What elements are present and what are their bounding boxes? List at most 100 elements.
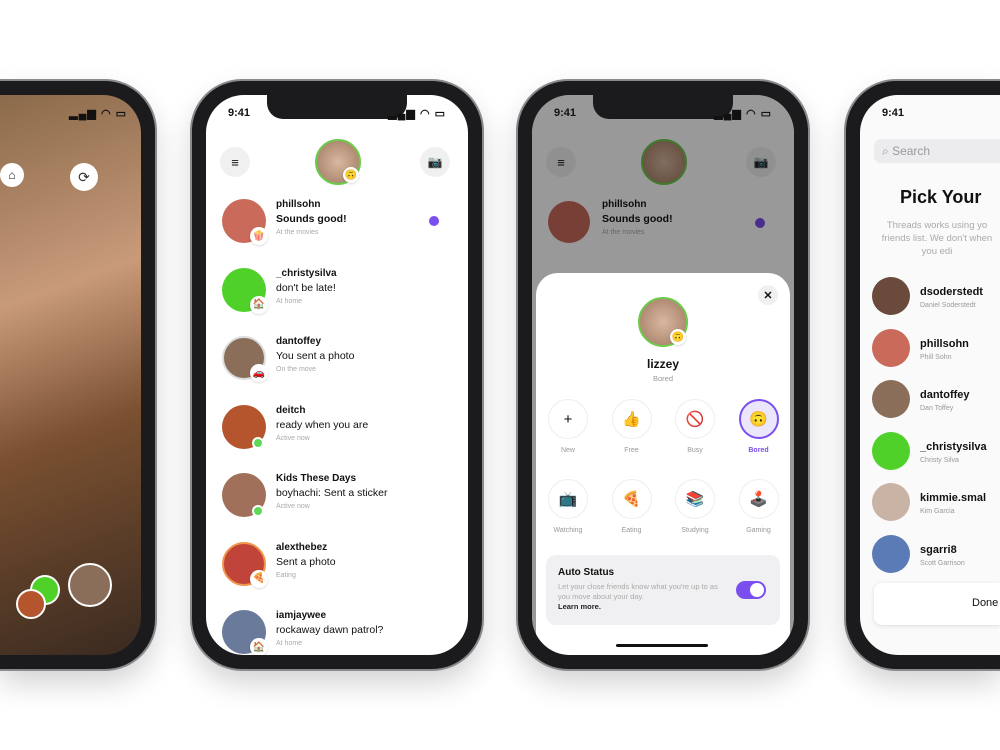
thread-name: alexthebez — [276, 541, 328, 553]
status-time: 9:41 — [554, 107, 577, 119]
thread-row[interactable]: 🍕 alexthebez Sent a photo Eating — [206, 534, 468, 602]
thread-row[interactable]: deitch ready when you are Active now — [206, 397, 468, 465]
friend-avatar — [872, 277, 910, 315]
studying-icon: 📚 — [675, 479, 715, 519]
thread-name: Kids These Days — [276, 473, 357, 484]
search-icon: ⌕ — [882, 144, 889, 158]
page-description: Threads works using yo friends list. We … — [881, 220, 993, 257]
friend-avatar[interactable] — [16, 589, 46, 619]
friend-name: Daniel Soderstedt — [920, 302, 976, 309]
thread-status: At the movies — [276, 229, 319, 236]
thread-message: don't be late! — [276, 281, 336, 294]
online-indicator — [252, 505, 264, 517]
done-button[interactable]: Done — [874, 583, 1000, 625]
status-option-new[interactable]: + New — [548, 399, 588, 454]
thread-message: Sounds good! — [276, 213, 347, 225]
friend-avatar[interactable] — [68, 563, 112, 607]
status-option-label: Busy — [687, 447, 703, 454]
friend-row[interactable]: sgarri8 Scott Garrison — [872, 533, 1000, 585]
auto-status-title: Auto Status — [558, 567, 615, 578]
status-emoji-badge: 🙃 — [670, 329, 686, 345]
thread-status: At home — [276, 640, 303, 647]
watching-icon: 📺 — [548, 479, 588, 519]
thread-row[interactable]: Kids These Days boyhachi: Sent a sticker… — [206, 465, 468, 533]
friend-username: sgarri8 — [920, 543, 957, 556]
thread-status: On the move — [276, 366, 317, 373]
thread-row[interactable]: 🚗 dantoffey You sent a photo On the move — [206, 328, 468, 396]
gaming-icon: 🕹️ — [738, 479, 779, 519]
thread-message: rockaway dawn patrol? — [276, 624, 384, 636]
thread-status: At home — [276, 297, 303, 305]
inbox-screen: 9:41 ▂▄▆ ◠ ▭ ≡ 🙃 📷 🍿 phillsohn Sounds goo… — [206, 95, 468, 655]
status-option-label: Studying — [681, 527, 709, 534]
status-screen: 9:41 ▂▄▆ ◠ ▭ ≡ 📷 phillsohn Sounds good! A… — [532, 95, 794, 655]
status-option-label: Bored — [748, 447, 769, 454]
friend-row[interactable]: phillsohn Phill Sohn — [872, 327, 1000, 379]
status-emoji-badge: 🍿 — [250, 227, 268, 245]
friend-row[interactable]: kimmie.smal Kim Garcia — [872, 481, 1000, 533]
status-option-label: Eating — [621, 527, 642, 534]
status-option-free[interactable]: 👍 Free — [611, 399, 652, 454]
unread-dot — [429, 216, 439, 226]
friend-row[interactable]: _christysilva Christy Silva — [872, 430, 1000, 482]
thread-name: iamjaywee — [276, 610, 327, 621]
camera-flip-button[interactable]: ⟳ — [70, 163, 98, 191]
thread-row[interactable]: 🍿 phillsohn Sounds good! At the movies — [206, 191, 468, 259]
thread-message: ready when you are — [276, 418, 369, 431]
thread-name: dantoffey — [276, 336, 321, 347]
friend-row[interactable]: dantoffey Dan Toffey — [872, 378, 1000, 430]
friend-avatar — [872, 380, 910, 418]
thread-row[interactable]: 🏠 _christysilva don't be late! At home — [206, 260, 468, 328]
home-indicator — [616, 644, 708, 647]
status-option-eating[interactable]: 🍕 Eating — [611, 479, 652, 534]
status-option-busy[interactable]: 🚫 Busy — [675, 399, 715, 454]
status-option-watching[interactable]: 📺 Watching — [548, 479, 588, 534]
friend-avatar — [872, 431, 910, 470]
auto-status-toggle[interactable] — [736, 581, 766, 599]
thread-status: Eating — [276, 571, 296, 579]
camera-button[interactable]: 📷 — [420, 147, 450, 177]
search-input[interactable]: ⌕ Search — [874, 139, 1000, 163]
status-icons: ▂▄▆ ◠ ▭ — [69, 108, 127, 120]
learn-more-link[interactable]: Learn more. — [558, 602, 601, 611]
friend-avatar — [872, 483, 910, 521]
status-icons: ▂▄▆ ◠ ▭ — [714, 108, 772, 120]
thread-message: Sent a photo — [276, 555, 336, 568]
friend-username: kimmie.smal — [920, 492, 987, 504]
status-option-label: Free — [624, 447, 639, 454]
thread-row[interactable]: 🏠 iamjaywee rockaway dawn patrol? At hom… — [206, 602, 468, 655]
close-button[interactable]: ✕ — [758, 285, 778, 305]
status-option-label: Watching — [553, 527, 583, 534]
status-emoji-badge: 🏠 — [250, 638, 268, 655]
status-option-studying[interactable]: 📚 Studying — [675, 479, 715, 534]
thread-status: Active now — [276, 434, 310, 442]
friend-avatar — [872, 328, 910, 367]
current-status: Bored — [652, 374, 673, 383]
home-button[interactable]: ⌂ — [0, 163, 24, 187]
phone-inbox: 9:41 ▂▄▆ ◠ ▭ ≡ 🙃 📷 🍿 phillsohn Sounds goo… — [192, 81, 482, 669]
friend-row[interactable]: dsoderstedt Daniel Soderstedt — [872, 275, 1000, 327]
status-emoji-badge: 🍕 — [250, 569, 268, 588]
thread-message: You sent a photo — [276, 350, 355, 362]
status-option-label: Gaming — [746, 527, 771, 534]
bored-icon: 🙃 — [738, 399, 779, 439]
friend-name: Scott Garrison — [920, 559, 965, 567]
friend-name: Kim Garcia — [920, 508, 955, 515]
thread-status: Active now — [276, 503, 310, 510]
status-time: 9:41 — [882, 107, 905, 119]
status-option-gaming[interactable]: 🕹️ Gaming — [738, 479, 779, 534]
status-emoji-badge: 🙃 — [343, 167, 359, 183]
auto-status-description: Let your close friends know what you're … — [558, 582, 718, 601]
phone-pick: 9:41 ⌕ Search Pick Your Threads works us… — [846, 81, 1000, 669]
status-time: 9:41 — [228, 107, 251, 119]
username: lizzey — [646, 357, 679, 371]
free-icon: 👍 — [611, 399, 652, 439]
online-indicator — [252, 436, 264, 449]
pick-screen: 9:41 ⌕ Search Pick Your Threads works us… — [860, 95, 1000, 655]
status-emoji-badge: 🏠 — [250, 295, 268, 314]
menu-button[interactable]: ≡ — [220, 147, 250, 177]
friend-username: phillsohn — [920, 337, 969, 350]
status-option-bored[interactable]: 🙃 Bored — [738, 399, 779, 454]
friend-username: dantoffey — [920, 389, 970, 401]
new-icon: + — [548, 399, 588, 439]
